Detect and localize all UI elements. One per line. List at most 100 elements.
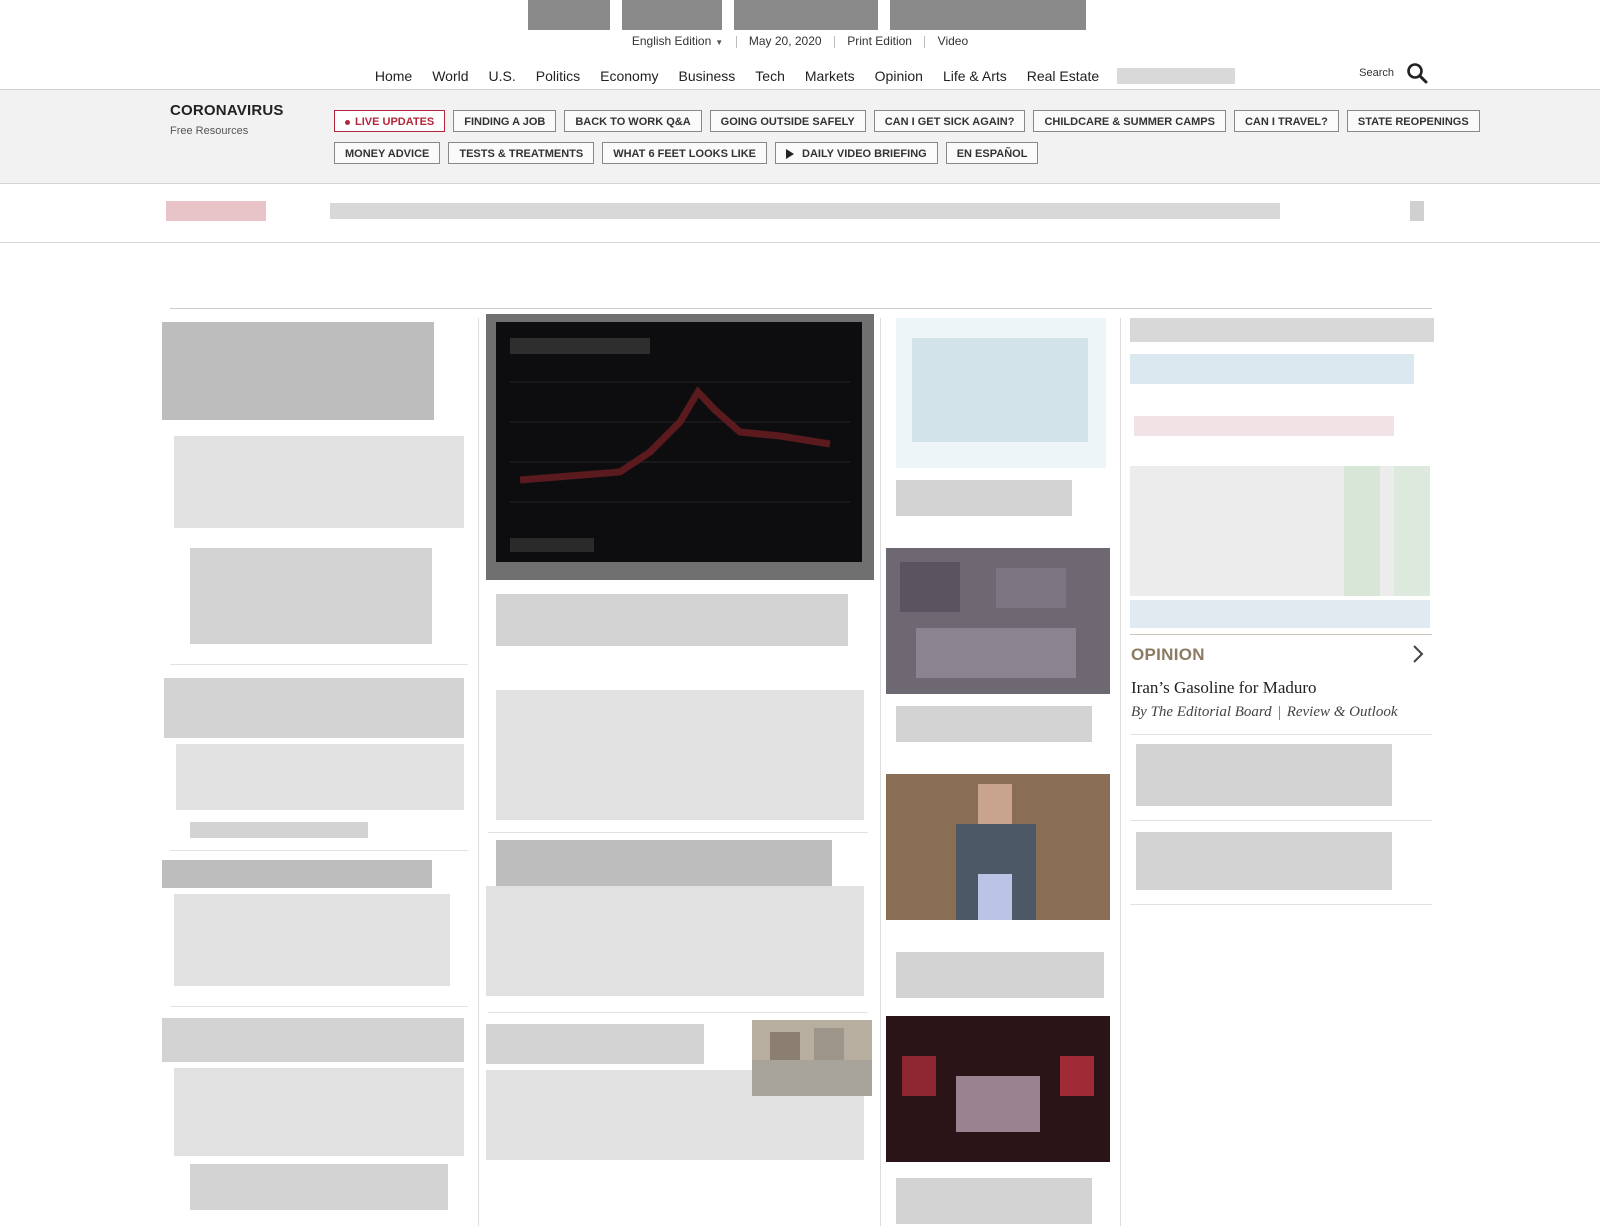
article-headline[interactable] [496, 840, 832, 886]
article-bullets[interactable] [190, 1164, 448, 1210]
article-photo[interactable] [886, 1016, 1110, 1162]
news-ticker[interactable] [0, 184, 1600, 243]
ticker-control[interactable] [1410, 201, 1424, 221]
article-thumbnail[interactable] [752, 1020, 872, 1096]
divider [735, 35, 737, 48]
play-icon [786, 149, 795, 160]
article-headline[interactable] [896, 952, 1104, 998]
column-divider [1120, 318, 1121, 1226]
search-button[interactable]: Search [1359, 62, 1428, 84]
markets-tickers[interactable] [1130, 354, 1414, 384]
current-date: May 20, 2020 [748, 34, 822, 48]
article-headline[interactable] [164, 678, 464, 738]
lead-headline[interactable] [496, 594, 848, 646]
opinion-item[interactable] [1136, 832, 1392, 890]
article-summary [174, 436, 464, 528]
chip-tests-treatments[interactable]: TESTS & TREATMENTS [448, 142, 595, 164]
divider [924, 35, 926, 48]
coronavirus-chips-row-1: LIVE UPDATES FINDING A JOB BACK TO WORK … [334, 110, 1480, 132]
masthead-logo[interactable] [528, 0, 1086, 30]
divider [1278, 705, 1280, 720]
chip-money-advice[interactable]: MONEY ADVICE [334, 142, 441, 164]
chip-en-espanol[interactable]: EN ESPAÑOL [945, 142, 1039, 164]
lead-chart-graphic [510, 381, 850, 503]
chip-daily-video[interactable]: DAILY VIDEO BRIEFING [775, 142, 938, 164]
divider [170, 308, 1432, 309]
lead-chart-image [496, 322, 862, 562]
chip-childcare[interactable]: CHILDCARE & SUMMER CAMPS [1033, 110, 1226, 132]
divider [1130, 904, 1432, 905]
markets-table[interactable] [1130, 466, 1430, 596]
article-byline [190, 822, 368, 838]
column-divider [478, 318, 479, 1226]
article-photo[interactable] [886, 548, 1110, 694]
chip-state-reopenings[interactable]: STATE REOPENINGS [1346, 110, 1480, 132]
article-headline[interactable] [896, 480, 1072, 516]
article-headline[interactable] [896, 706, 1092, 742]
nav-real-estate[interactable]: Real Estate [1017, 68, 1109, 84]
coronavirus-subtitle: Free Resources [170, 125, 249, 137]
nav-home[interactable]: Home [365, 68, 422, 84]
article-summary [486, 886, 864, 996]
nav-us[interactable]: U.S. [479, 68, 526, 84]
article-headline[interactable] [162, 1018, 464, 1062]
article-headline[interactable] [162, 860, 432, 888]
video-link[interactable]: Video [929, 34, 977, 48]
chip-back-to-work[interactable]: BACK TO WORK Q&A [564, 110, 702, 132]
chip-finding-a-job[interactable]: FINDING A JOB [453, 110, 557, 132]
edition-selector[interactable]: English Edition ▼ [623, 34, 732, 48]
opinion-section[interactable]: Review & Outlook [1287, 704, 1398, 720]
chevron-right-icon[interactable] [1408, 644, 1428, 664]
nav-obscured-item[interactable] [1117, 68, 1236, 84]
opinion-byline: By The Editorial Board Review & Outlook [1131, 704, 1398, 721]
nav-business[interactable]: Business [668, 68, 745, 84]
chip-travel[interactable]: CAN I TRAVEL? [1233, 110, 1339, 132]
divider [170, 664, 468, 665]
nav-opinion[interactable]: Opinion [865, 68, 933, 84]
divider [488, 1012, 868, 1013]
markets-tabs[interactable] [1130, 318, 1434, 342]
coronavirus-title[interactable]: CORONAVIRUS [170, 102, 284, 119]
chip-live-updates[interactable]: LIVE UPDATES [334, 110, 446, 132]
opinion-author[interactable]: By The Editorial Board [1131, 704, 1272, 720]
print-edition-link[interactable]: Print Edition [838, 34, 921, 48]
nav-world[interactable]: World [422, 68, 478, 84]
article-photo[interactable] [886, 774, 1110, 920]
divider [1130, 734, 1432, 735]
article-headline[interactable] [486, 1024, 704, 1064]
live-dot-icon [345, 119, 350, 125]
divider [170, 1006, 468, 1007]
promo-image [896, 318, 1106, 468]
nav-markets[interactable]: Markets [795, 68, 865, 84]
article-bullets[interactable] [190, 548, 432, 644]
nav-politics[interactable]: Politics [526, 68, 590, 84]
markets-banner [1134, 416, 1394, 436]
divider [170, 850, 468, 851]
article-headline[interactable] [162, 322, 434, 420]
article-summary [176, 744, 464, 810]
search-icon [1407, 63, 1428, 84]
column-divider [880, 318, 881, 1226]
search-label: Search [1359, 67, 1394, 79]
nav-tech[interactable]: Tech [745, 68, 795, 84]
opinion-headline[interactable]: Iran’s Gasoline for Maduro [1131, 678, 1317, 698]
opinion-label[interactable]: OPINION [1131, 645, 1205, 665]
coronavirus-chips-row-2: MONEY ADVICE TESTS & TREATMENTS WHAT 6 F… [334, 142, 1039, 164]
divider [833, 35, 835, 48]
ticker-text [330, 203, 1280, 219]
lead-image-frame[interactable] [486, 314, 874, 580]
chip-six-feet[interactable]: WHAT 6 FEET LOOKS LIKE [602, 142, 768, 164]
article-headline[interactable] [896, 1178, 1092, 1224]
lead-summary [496, 690, 864, 820]
edition-bar: English Edition ▼ May 20, 2020 Print Edit… [0, 34, 1600, 48]
nav-economy[interactable]: Economy [590, 68, 668, 84]
opinion-item[interactable] [1136, 744, 1392, 806]
chip-sick-again[interactable]: CAN I GET SICK AGAIN? [873, 110, 1026, 132]
divider [1130, 634, 1432, 635]
caret-down-icon: ▼ [715, 38, 724, 47]
article-summary [174, 894, 450, 986]
chip-going-outside[interactable]: GOING OUTSIDE SAFELY [709, 110, 866, 132]
nav-life-arts[interactable]: Life & Arts [933, 68, 1017, 84]
markets-footer[interactable] [1130, 600, 1430, 628]
divider [1130, 820, 1432, 821]
